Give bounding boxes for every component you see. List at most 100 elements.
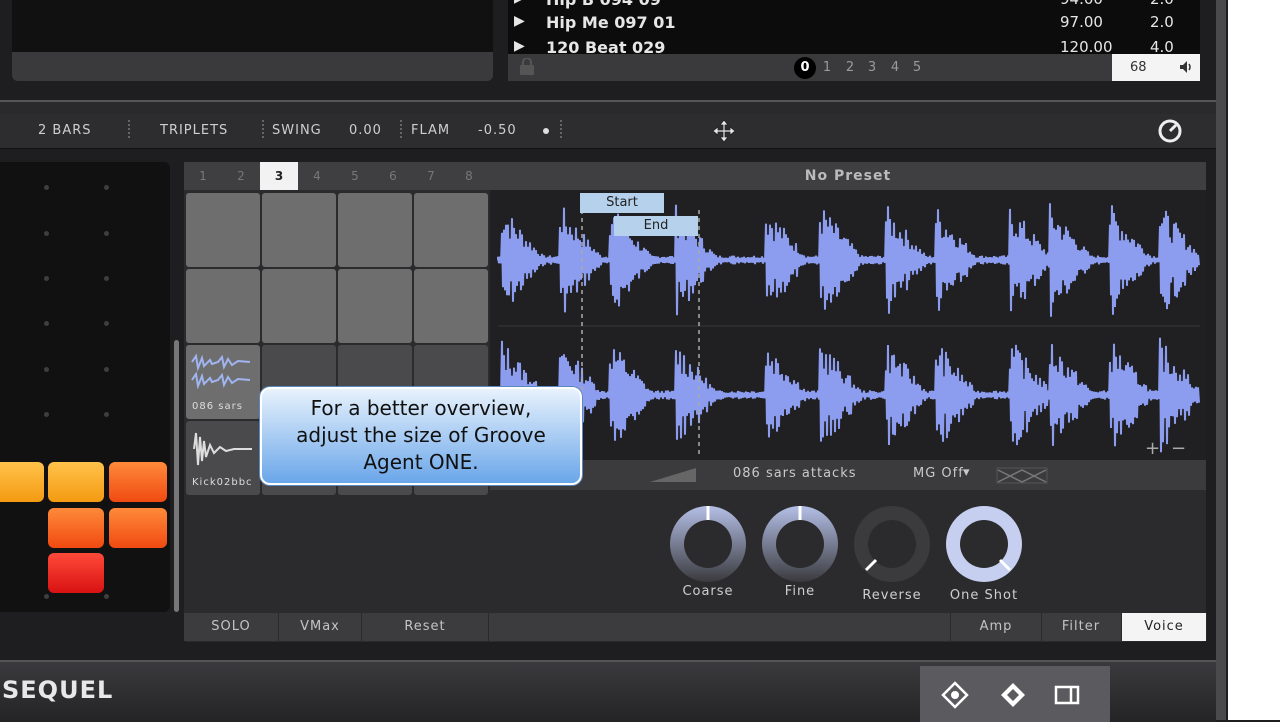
tab-amp[interactable]: Amp [950,613,1042,641]
pad-dot [44,185,49,190]
window-icon[interactable] [1052,680,1082,710]
pattern-pad-panel [0,162,170,612]
tab-group-7[interactable]: 7 [412,162,450,190]
sample-name: 086 sars attacks [733,466,857,481]
pad-dot [44,231,49,236]
scrollbar[interactable] [174,340,179,612]
pad-dot [104,185,109,190]
pattern-pad[interactable] [0,462,44,502]
divider [128,120,130,140]
tab-group-8[interactable]: 8 [450,162,488,190]
loop-name: Hip B 094 09 [546,0,661,9]
tab-group-6[interactable]: 6 [374,162,412,190]
drum-pad[interactable] [414,193,488,267]
drum-pad[interactable] [262,269,336,343]
vmax-button[interactable]: VMax [279,613,362,641]
pad-dot [104,321,109,326]
drum-pad[interactable] [262,193,336,267]
pattern-toolbar: 2 BARS TRIPLETS SWING 0.00 FLAM -0.50 [0,114,1216,149]
drum-pad[interactable] [338,193,412,267]
tab-voice[interactable]: Voice [1122,613,1207,641]
flam-indicator [543,128,549,134]
drum-pad-sample[interactable]: Kick02bbc [186,421,260,495]
loop-name: Hip Me 097 01 [546,13,676,32]
reset-button[interactable]: Reset [362,613,489,641]
pattern-pad[interactable] [48,462,104,502]
sample-waveform-editor[interactable]: + − [490,190,1206,460]
tab-group-2[interactable]: 2 [222,162,260,190]
fine-label: Fine [784,584,816,599]
drum-pad[interactable] [186,269,260,343]
pad-dot [104,367,109,372]
end-marker[interactable]: End [614,216,698,236]
pattern-pad[interactable] [48,508,104,548]
reverse-knob[interactable] [850,502,934,586]
drum-pad-sample[interactable]: 086 sars [186,345,260,419]
lock-icon[interactable] [518,58,536,76]
page-button-3[interactable]: 3 [861,57,883,79]
preset-name[interactable]: No Preset [490,162,1206,190]
fine-knob[interactable] [758,502,842,586]
waveform-thumbnail [193,432,252,466]
swing-value[interactable]: 0.00 [349,123,382,138]
app-logo: SEQUEL [2,676,114,704]
flam-value[interactable]: -0.50 [478,123,517,138]
callout-line-1: For a better overview, [310,396,532,420]
drum-pad[interactable] [414,269,488,343]
page-button-0[interactable]: 0 [794,57,816,79]
page-button-5[interactable]: 5 [906,57,928,79]
drum-pad[interactable] [338,269,412,343]
loop-browser-list: ▶ Hip B 094 09 94.00 2.0 ▶ Hip Me 097 01… [508,0,1200,54]
volume-value: 68 [1130,60,1147,75]
callout-line-2: adjust the size of Groove [296,423,546,447]
tab-group-4[interactable]: 4 [298,162,336,190]
page-button-1[interactable]: 1 [816,57,838,79]
pattern-pad[interactable] [109,508,167,548]
mg-selector[interactable]: MG Off [913,466,964,481]
page-button-2[interactable]: 2 [839,57,861,79]
preview-volume[interactable]: 68 [1112,54,1200,81]
diamond-icon[interactable] [998,680,1028,710]
sample-info-bar: 086 sars attacks MG Off ▾ [490,460,1206,490]
length-selector[interactable]: 2 BARS [38,123,92,138]
triplets-toggle[interactable]: TRIPLETS [160,123,228,138]
app-footer: SEQUEL [0,660,1216,722]
page-button-4[interactable]: 4 [884,57,906,79]
zoom-in-button[interactable]: + [1145,438,1160,459]
move-icon[interactable] [712,119,736,143]
loop-bars: 2.0 [1150,13,1174,31]
steinberg-icon[interactable] [940,680,970,710]
section-divider [0,100,1216,114]
one-shot-knob[interactable] [942,502,1026,586]
drum-pad[interactable] [186,193,260,267]
play-icon[interactable]: ▶ [514,0,525,6]
chevron-down-icon[interactable]: ▾ [963,465,971,480]
upper-left-footer [12,52,493,81]
coarse-knob[interactable] [666,502,750,586]
list-item[interactable]: ▶ Hip Me 097 01 97.00 2.0 [508,11,1200,35]
zoom-out-button[interactable]: − [1171,438,1186,459]
flam-label: FLAM [411,123,451,138]
play-icon[interactable]: ▶ [514,38,525,54]
pattern-pad[interactable] [48,553,104,593]
tab-group-1[interactable]: 1 [184,162,222,190]
pad-sample-name: 086 sars [192,401,243,412]
start-marker[interactable]: Start [580,193,664,213]
pattern-pad[interactable] [109,462,167,502]
pad-dot [104,412,109,417]
speaker-icon[interactable] [1178,59,1194,75]
pad-dot [44,594,49,599]
envelope-shape-icon[interactable] [996,466,1048,484]
tab-group-5[interactable]: 5 [336,162,374,190]
velocity-ramp-icon[interactable] [648,466,698,484]
pad-dot [44,367,49,372]
play-icon[interactable]: ▶ [514,13,525,29]
gauge-icon[interactable] [1155,119,1185,143]
tab-filter[interactable]: Filter [1041,613,1122,641]
solo-button[interactable]: SOLO [184,613,279,641]
tab-group-3[interactable]: 3 [260,162,298,190]
list-item[interactable]: ▶ 120 Beat 029 120.00 4.0 [508,36,1200,54]
tutorial-callout: For a better overview, adjust the size o… [260,387,582,485]
desktop-background [1228,0,1280,720]
pad-group-tabs: 1 2 3 4 5 6 7 8 [184,162,490,190]
